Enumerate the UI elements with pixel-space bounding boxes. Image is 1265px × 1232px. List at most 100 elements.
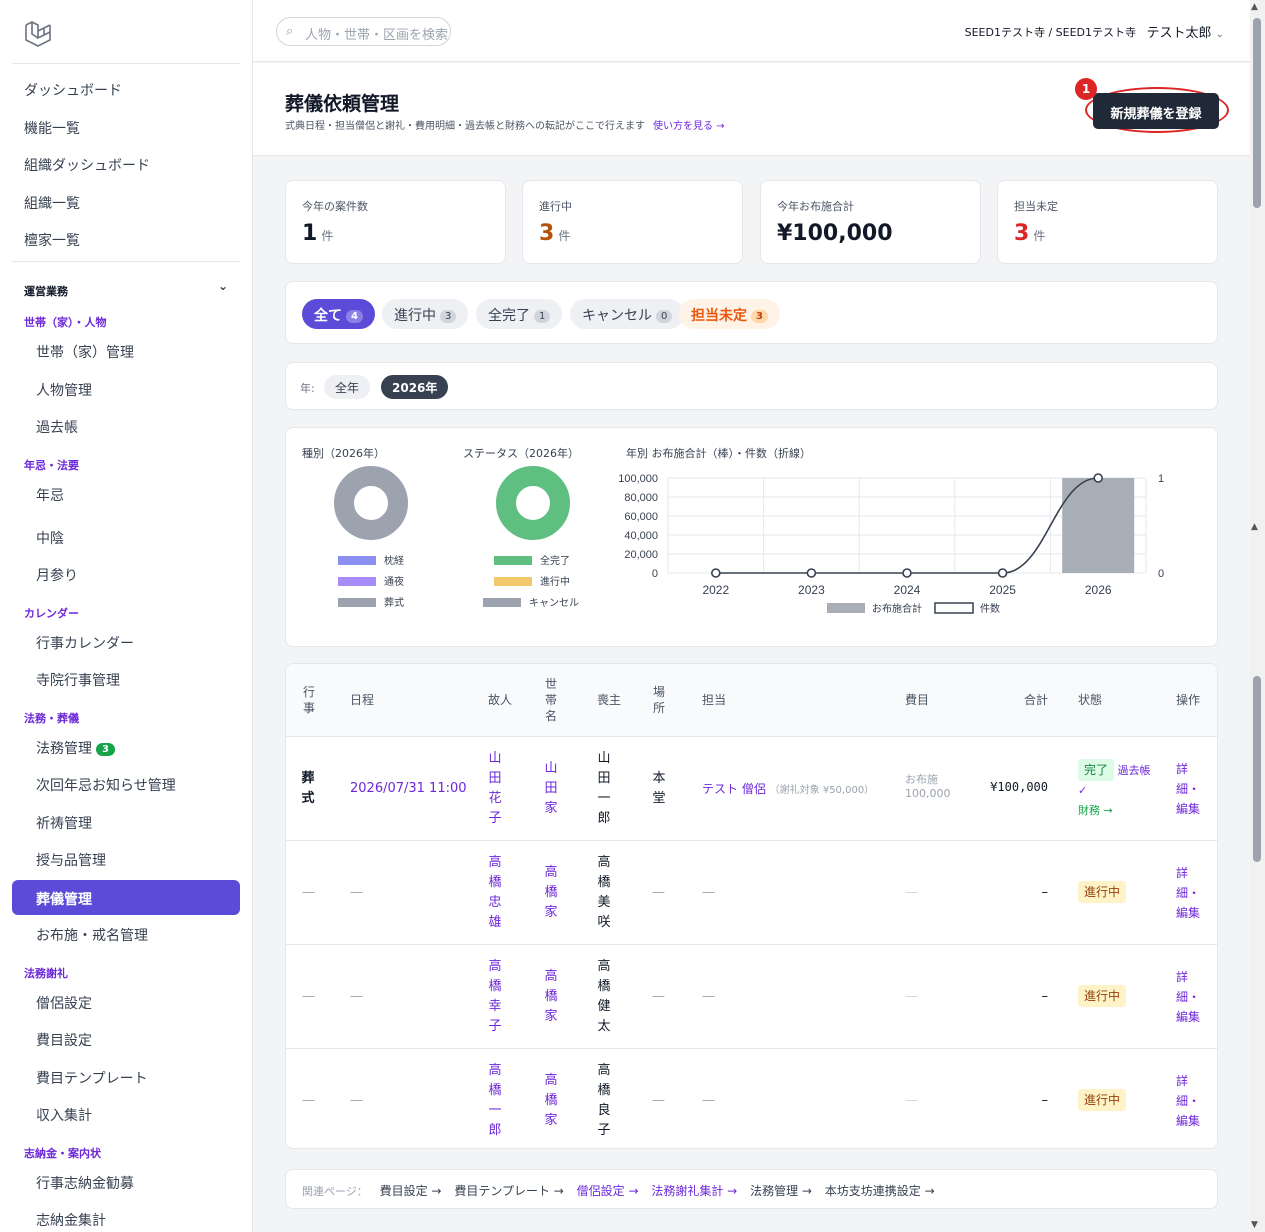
legend-label: キャンセル [529, 598, 579, 609]
cell-household-link[interactable]: 山田家 [544, 759, 558, 819]
scroll-up-icon[interactable]: ▲ [1251, 522, 1258, 532]
cell-household-link[interactable]: 高橋家 [544, 1071, 558, 1131]
sidebar-item-temple-events[interactable]: 寺院行事管理 [36, 670, 120, 690]
cell-deceased-link[interactable]: 高橋一郎 [488, 1061, 502, 1141]
status-badge: 完了 [1078, 759, 1115, 781]
chevron-down-icon[interactable]: ⌄ [218, 279, 228, 293]
scrollbar-thumb[interactable] [1253, 18, 1261, 208]
related-link-expense-settings[interactable]: 費目設定 → [380, 1184, 442, 1198]
column-header-chief-mourner: 喪主 [597, 693, 622, 707]
sidebar-item-shinokin-summary[interactable]: 志納金集計 [36, 1210, 106, 1230]
cell-item: — [905, 989, 918, 1004]
sidebar-section-operations[interactable]: 運営業務 ⌄ [24, 279, 228, 299]
sidebar-item-next-nenki[interactable]: 次回年忌お知らせ管理 [36, 775, 176, 795]
sidebar-item-dashboard[interactable]: ダッシュボード [24, 80, 122, 100]
table-row[interactable]: — — 高橋忠雄 高橋家 高橋美咲 — — — – 進行中 詳細・編集 [286, 840, 1217, 944]
cell-deceased-link[interactable]: 高橋幸子 [488, 957, 502, 1037]
sidebar-item-danka[interactable]: 檀家一覧 [24, 230, 80, 250]
count-point [711, 568, 721, 578]
cell-deceased-link[interactable]: 山田花子 [488, 749, 502, 829]
sidebar-item-expense-settings[interactable]: 費目設定 [36, 1030, 92, 1050]
cell-status: 進行中 [1078, 881, 1127, 903]
year-filter-label: 年: [300, 382, 315, 395]
year-filter-bar: 年: 全年 2026年 [285, 362, 1218, 410]
sidebar-item-priest-settings[interactable]: 僧侶設定 [36, 993, 92, 1013]
scroll-up-icon[interactable]: ▲ [1251, 2, 1258, 12]
table-row[interactable]: — — 高橋幸子 高橋家 高橋健太 — — — – 進行中 詳細・編集 [286, 944, 1217, 1048]
cell-total: – [1041, 885, 1049, 900]
stat-number: 3 [1014, 221, 1030, 246]
cell-status: 完了 過去帳✓ 財務 → [1078, 759, 1158, 821]
table-row[interactable]: 葬式 2026/07/31 11:00 山田花子 山田家 山田一郎 本堂 テスト… [286, 736, 1217, 840]
scrollbar-thumb[interactable] [1253, 676, 1261, 862]
sidebar-item-org-dashboard[interactable]: 組織ダッシュボード [24, 155, 150, 175]
sidebar-item-expense-template[interactable]: 費目テンプレート [36, 1068, 148, 1088]
cell-staff: — [702, 885, 715, 900]
legend-swatch [494, 556, 532, 565]
legend-swatch [338, 598, 376, 607]
sidebar-item-nenki[interactable]: 年忌 [36, 485, 64, 505]
cell-event: 葬式 [301, 771, 315, 806]
sidebar-item-kito[interactable]: 祈祷管理 [36, 813, 92, 833]
sidebar-item-homu[interactable]: 法務管理 3 [36, 738, 115, 758]
edit-link[interactable]: 詳細・編集 [1176, 863, 1206, 923]
table-header: 行事 日程 故人 世帯名 喪主 場所 担当 費目 合計 状態 操作 [286, 664, 1217, 736]
column-header-place: 場所 [652, 685, 665, 715]
sidebar-item-features[interactable]: 機能一覧 [24, 118, 80, 138]
staff-link[interactable]: テスト 僧侶 [702, 782, 766, 796]
cell-item: — [905, 885, 918, 900]
sidebar-item-income-summary[interactable]: 収入集計 [36, 1105, 92, 1125]
legend-swatch [338, 556, 376, 565]
sidebar-item-kakocho[interactable]: 過去帳 [36, 417, 78, 437]
filter-tab-all[interactable]: 全て 4 [302, 299, 375, 329]
sidebar-item-tsukimairi[interactable]: 月参り [36, 565, 78, 585]
related-link-branch-settings[interactable]: 本坊支坊連携設定 → [825, 1184, 935, 1198]
related-link-sharei-summary[interactable]: 法務謝礼集計 → [651, 1184, 737, 1198]
sidebar-item-ofuse[interactable]: お布施・戒名管理 [36, 925, 148, 945]
sidebar-item-chuin[interactable]: 中陰 [36, 528, 64, 548]
status-chart-title: ステータス（2026年） [463, 447, 579, 460]
sidebar-item-funeral-active[interactable]: 葬儀管理 [12, 880, 240, 915]
sidebar-item-orgs[interactable]: 組織一覧 [24, 193, 80, 213]
related-link-priest-settings[interactable]: 僧侶設定 → [577, 1184, 639, 1198]
user-menu[interactable]: テスト太郎 ⌄ [1146, 22, 1224, 41]
new-funeral-button[interactable]: 新規葬儀を登録 [1093, 93, 1219, 129]
search-input[interactable]: ⌕ 人物・世帯・区画を検索 [276, 17, 451, 46]
cell-total: – [1041, 989, 1049, 1004]
org-switcher[interactable]: SEED1テスト寺 / SEED1テスト寺 [965, 24, 1136, 40]
legend-label: 通夜 [384, 577, 404, 588]
cell-date[interactable]: 2026/07/31 11:00 [350, 779, 467, 799]
year-option-all[interactable]: 全年 [324, 375, 371, 399]
item-name: お布施 [905, 773, 938, 786]
filter-tab-in-progress[interactable]: 進行中 3 [382, 299, 469, 329]
filter-tab-unassigned[interactable]: 担当未定 3 [679, 299, 780, 329]
year-option-2026[interactable]: 2026年 [381, 375, 449, 399]
filter-count: 3 [751, 310, 768, 323]
sidebar-item-juyohin[interactable]: 授与品管理 [36, 850, 106, 870]
cell-household-link[interactable]: 高橋家 [544, 863, 558, 923]
sidebar-item-household[interactable]: 世帯（家）管理 [36, 342, 134, 362]
column-header-staff: 担当 [702, 693, 727, 707]
x-tick-label: 2024 [894, 583, 921, 597]
help-link[interactable]: 使い方を見る → [653, 121, 725, 132]
scroll-down-icon[interactable]: ▼ [1251, 1220, 1258, 1230]
app-logo-icon[interactable] [22, 18, 52, 48]
zaimu-link[interactable]: 財務 → [1078, 804, 1113, 817]
related-link-homu[interactable]: 法務管理 → [750, 1184, 812, 1198]
legend-label: お布施合計 [872, 602, 922, 615]
column-header-total: 合計 [1024, 693, 1049, 707]
edit-link[interactable]: 詳細・編集 [1176, 1071, 1206, 1131]
count-point [806, 568, 817, 578]
sidebar-item-event-calendar[interactable]: 行事カレンダー [36, 633, 134, 653]
filter-tab-cancelled[interactable]: キャンセル 0 [570, 299, 685, 329]
cell-household-link[interactable]: 高橋家 [544, 967, 558, 1027]
sidebar-item-shinokin-kanbo[interactable]: 行事志納金勧募 [36, 1173, 134, 1193]
table-row[interactable]: — — 高橋一郎 高橋家 高橋良子 — — — – 進行中 詳細・編集 [286, 1048, 1217, 1148]
filter-tab-completed[interactable]: 全完了 1 [476, 299, 563, 329]
related-link-expense-template[interactable]: 費目テンプレート → [454, 1184, 564, 1198]
sidebar-item-persons[interactable]: 人物管理 [36, 380, 92, 400]
edit-link[interactable]: 詳細・編集 [1176, 759, 1206, 819]
cell-deceased-link[interactable]: 高橋忠雄 [488, 853, 502, 933]
edit-link[interactable]: 詳細・編集 [1176, 967, 1206, 1027]
filter-label: 全完了 [488, 308, 530, 324]
